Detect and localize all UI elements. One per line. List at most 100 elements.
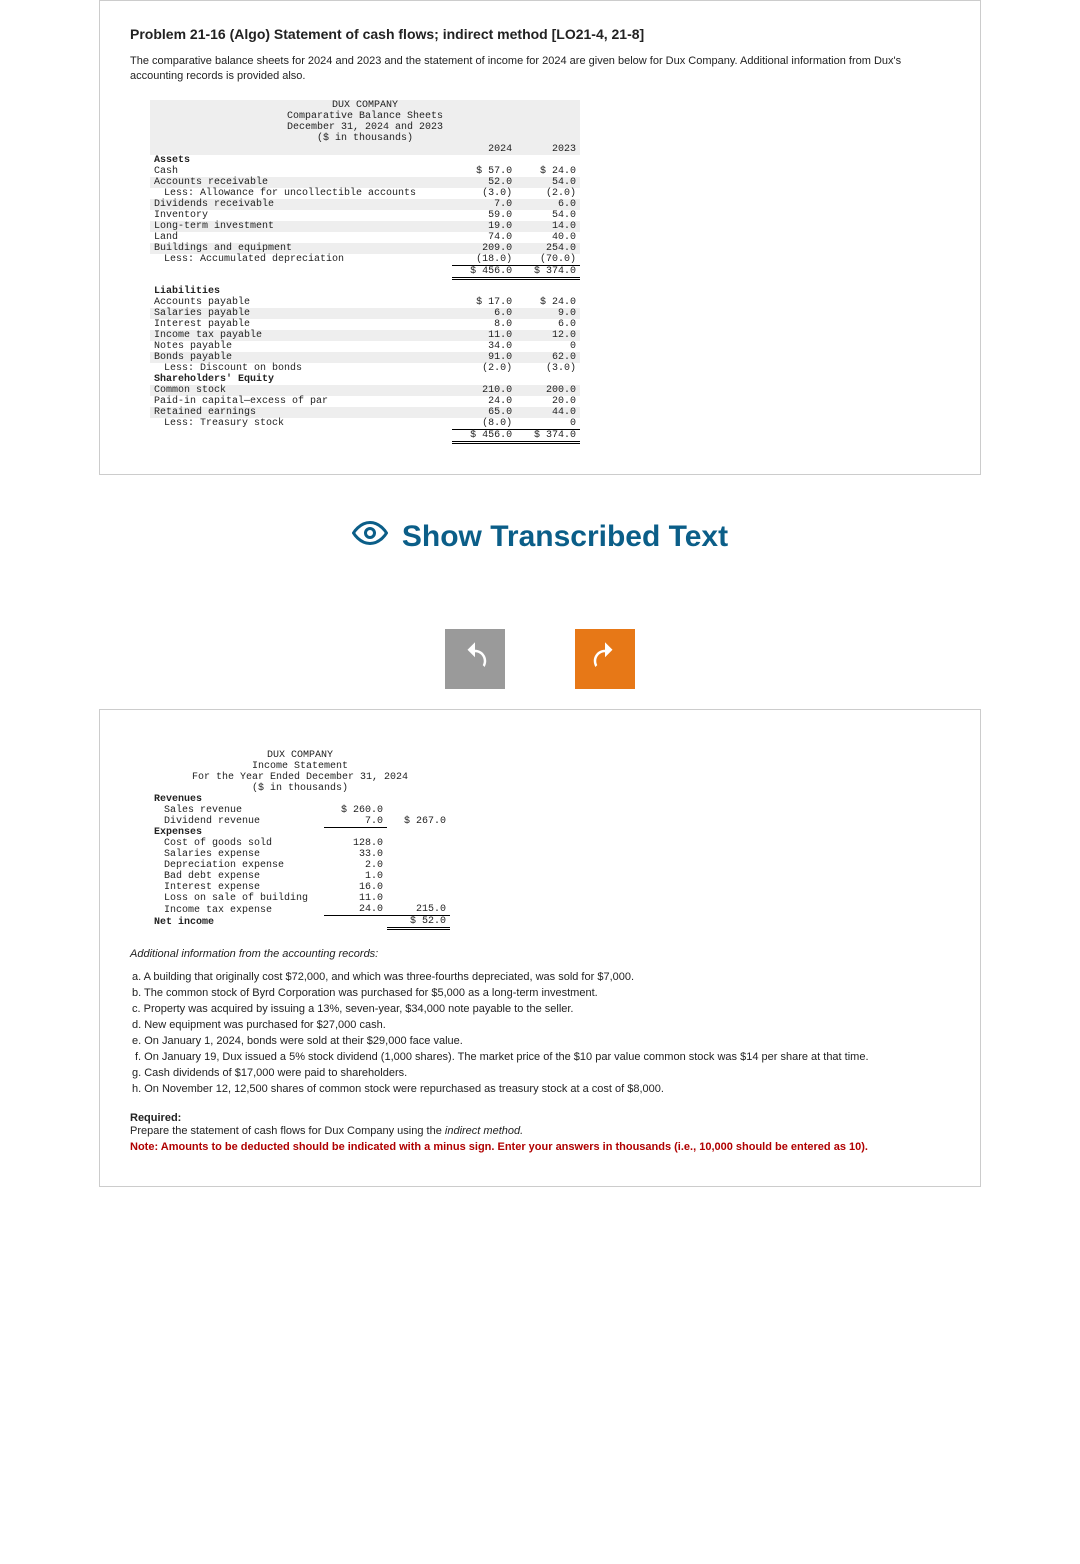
eye-icon xyxy=(352,515,388,559)
is-net-label: Net income xyxy=(150,916,324,929)
notes-list: a. A building that originally cost $72,0… xyxy=(130,970,950,1098)
expense-row-value: 24.0 xyxy=(324,904,387,916)
button-row xyxy=(0,629,1080,689)
bs-total-24: $ 456.0 xyxy=(452,429,516,442)
note-item: h. On November 12, 12,500 shares of comm… xyxy=(132,1082,950,1098)
bs-liab-label: Liabilities xyxy=(150,286,452,297)
table-row-2023: (3.0) xyxy=(516,363,580,374)
redo-icon xyxy=(590,641,620,676)
required-line-a: Prepare the statement of cash flows for … xyxy=(130,1125,445,1137)
table-row-2024: 209.0 xyxy=(452,243,516,254)
income-statement-table: DUX COMPANY Income Statement For the Yea… xyxy=(150,750,450,931)
table-row-label: Inventory xyxy=(150,210,452,221)
table-row-label: Interest payable xyxy=(150,319,452,330)
table-row-2023: 6.0 xyxy=(516,199,580,210)
is-net-val: $ 52.0 xyxy=(387,916,450,929)
is-rev-label: Revenues xyxy=(150,794,324,805)
table-row-2023: 54.0 xyxy=(516,177,580,188)
bs-col-2023: 2023 xyxy=(516,144,580,155)
table-row-2023: 9.0 xyxy=(516,308,580,319)
expense-row-value: 128.0 xyxy=(324,838,387,849)
expense-row-total xyxy=(387,849,450,860)
is-div-val: 7.0 xyxy=(324,816,387,828)
table-row-2024: (3.0) xyxy=(452,188,516,199)
expense-row-value: 2.0 xyxy=(324,860,387,871)
balance-sheet-table: DUX COMPANY Comparative Balance Sheets D… xyxy=(150,100,580,444)
table-row-2024: 210.0 xyxy=(452,385,516,396)
table-row-2023: 200.0 xyxy=(516,385,580,396)
table-row-2024: 34.0 xyxy=(452,341,516,352)
table-row-2024: (2.0) xyxy=(452,363,516,374)
bs-assets-label: Assets xyxy=(150,155,452,166)
required-body: Prepare the statement of cash flows for … xyxy=(130,1124,950,1156)
table-row-label: Notes payable xyxy=(150,341,452,352)
is-heading4: ($ in thousands) xyxy=(150,783,450,794)
is-heading2: Income Statement xyxy=(150,761,450,772)
bs-eq-label: Shareholders' Equity xyxy=(150,374,452,385)
expense-row-total: 215.0 xyxy=(387,904,450,916)
problem-title: Problem 21-16 (Algo) Statement of cash f… xyxy=(130,26,950,42)
table-row-2023: 44.0 xyxy=(516,407,580,418)
table-row-2023: 0 xyxy=(516,418,580,430)
table-row-2024: (8.0) xyxy=(452,418,516,430)
note-item: c. Property was acquired by issuing a 13… xyxy=(132,1002,950,1018)
expense-row-value: 11.0 xyxy=(324,893,387,904)
undo-button[interactable] xyxy=(445,629,505,689)
is-div-label: Dividend revenue xyxy=(150,816,324,828)
is-heading1: DUX COMPANY xyxy=(150,750,450,761)
bs-assets-total-23: $ 374.0 xyxy=(516,265,580,278)
expense-row-label: Salaries expense xyxy=(150,849,324,860)
expense-row-label: Cost of goods sold xyxy=(150,838,324,849)
table-row-label: Paid-in capital—excess of par xyxy=(150,396,452,407)
additional-info-heading: Additional information from the accounti… xyxy=(130,948,950,960)
table-row-2024: 74.0 xyxy=(452,232,516,243)
note-item: b. The common stock of Byrd Corporation … xyxy=(132,986,950,1002)
table-row-label: Bonds payable xyxy=(150,352,452,363)
table-row-label: Common stock xyxy=(150,385,452,396)
note-item: d. New equipment was purchased for $27,0… xyxy=(132,1018,950,1034)
bs-col-2024: 2024 xyxy=(452,144,516,155)
show-transcribed-link[interactable]: Show Transcribed Text xyxy=(0,515,1080,559)
table-row-label: Less: Treasury stock xyxy=(150,418,452,430)
note-item: f. On January 19, Dux issued a 5% stock … xyxy=(132,1050,950,1066)
expense-row-total xyxy=(387,838,450,849)
table-row-2023: 62.0 xyxy=(516,352,580,363)
is-sales-label: Sales revenue xyxy=(150,805,324,816)
expense-row-value: 1.0 xyxy=(324,871,387,882)
note-item: a. A building that originally cost $72,0… xyxy=(132,970,950,986)
is-heading3: For the Year Ended December 31, 2024 xyxy=(150,772,450,783)
table-row-label: Retained earnings xyxy=(150,407,452,418)
table-row-2023: $ 24.0 xyxy=(516,166,580,177)
table-row-label: Accounts receivable xyxy=(150,177,452,188)
bs-total-23: $ 374.0 xyxy=(516,429,580,442)
table-row-label: Long-term investment xyxy=(150,221,452,232)
table-row-label: Dividends receivable xyxy=(150,199,452,210)
expense-row-total xyxy=(387,871,450,882)
bs-heading3: December 31, 2024 and 2023 xyxy=(150,122,580,133)
is-exp-label: Expenses xyxy=(150,827,324,838)
table-row-2024: 19.0 xyxy=(452,221,516,232)
expense-row-total xyxy=(387,893,450,904)
show-transcribed-label: Show Transcribed Text xyxy=(402,520,728,554)
table-row-2023: 254.0 xyxy=(516,243,580,254)
redo-button[interactable] xyxy=(575,629,635,689)
is-sales-val: $ 260.0 xyxy=(324,805,387,816)
expense-row-value: 16.0 xyxy=(324,882,387,893)
table-row-2023: 6.0 xyxy=(516,319,580,330)
bs-assets-total-24: $ 456.0 xyxy=(452,265,516,278)
bs-heading4: ($ in thousands) xyxy=(150,133,580,144)
table-row-2024: 65.0 xyxy=(452,407,516,418)
table-row-2024: 6.0 xyxy=(452,308,516,319)
table-row-2024: 24.0 xyxy=(452,396,516,407)
table-row-2024: (18.0) xyxy=(452,254,516,266)
table-row-2024: $ 57.0 xyxy=(452,166,516,177)
problem-description: The comparative balance sheets for 2024 … xyxy=(130,54,950,85)
expense-row-total xyxy=(387,882,450,893)
expense-row-label: Income tax expense xyxy=(150,904,324,916)
table-row-2023: $ 24.0 xyxy=(516,297,580,308)
note-item: g. Cash dividends of $17,000 were paid t… xyxy=(132,1066,950,1082)
table-row-2023: 0 xyxy=(516,341,580,352)
table-row-2023: 54.0 xyxy=(516,210,580,221)
table-row-2023: 20.0 xyxy=(516,396,580,407)
table-row-label: Income tax payable xyxy=(150,330,452,341)
